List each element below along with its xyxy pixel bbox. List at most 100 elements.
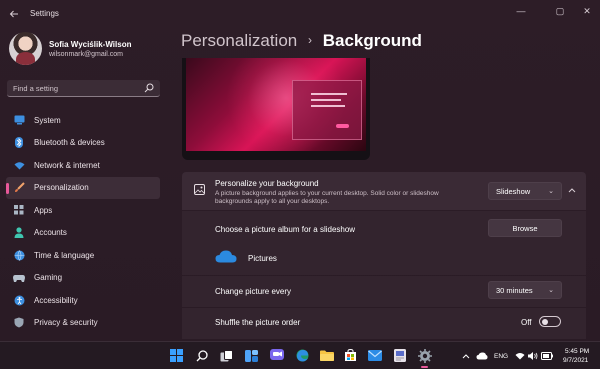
edge-button[interactable] xyxy=(294,347,311,364)
personalize-description: backgrounds apply to all your desktops. xyxy=(215,198,330,205)
edge-browser-icon xyxy=(296,349,309,362)
album-name[interactable]: Pictures xyxy=(248,254,277,263)
chat-button[interactable] xyxy=(268,347,285,364)
sidebar-nav: System Bluetooth & devices Network & int… xyxy=(6,109,160,334)
close-icon: ✕ xyxy=(583,5,591,16)
task-view-icon xyxy=(220,349,233,361)
sidebar-item-label: System xyxy=(34,115,61,125)
person-icon xyxy=(13,227,25,239)
clock-date[interactable]: 9/7/2021 xyxy=(563,357,588,364)
image-icon xyxy=(194,184,205,195)
settings-window: Settings — ▢ ✕ Sofia Wyciślik-Wilson wil… xyxy=(0,0,600,341)
back-button[interactable] xyxy=(6,6,22,22)
onedrive-cloud-icon[interactable] xyxy=(476,352,488,360)
chevron-up-icon[interactable] xyxy=(568,187,576,193)
sidebar-item-label: Accessibility xyxy=(34,295,78,305)
search-input[interactable] xyxy=(13,83,143,94)
sidebar-item-label: Time & language xyxy=(34,250,95,260)
sidebar-item-accounts[interactable]: Accounts xyxy=(6,222,160,245)
sidebar-item-apps[interactable]: Apps xyxy=(6,199,160,222)
mail-icon xyxy=(367,350,382,361)
start-button[interactable] xyxy=(168,347,185,364)
chevron-up-icon[interactable] xyxy=(462,353,470,359)
clock-time[interactable]: 5:45 PM xyxy=(565,348,589,355)
active-app-indicator xyxy=(421,366,428,368)
back-arrow-icon xyxy=(9,10,18,18)
widgets-button[interactable] xyxy=(243,347,260,364)
album-section: Choose a picture album for a slideshow B… xyxy=(182,211,586,275)
page-title: Background xyxy=(322,31,422,50)
maximize-button[interactable]: ▢ xyxy=(549,3,571,19)
close-button[interactable]: ✕ xyxy=(576,3,598,19)
sidebar-item-label: Apps xyxy=(34,205,53,215)
bluetooth-icon xyxy=(13,137,25,149)
sidebar-item-label: Network & internet xyxy=(34,160,100,170)
shuffle-label: Shuffle the picture order xyxy=(215,318,301,327)
shuffle-state: Off xyxy=(521,318,532,327)
gamepad-icon xyxy=(13,272,25,284)
search-box xyxy=(7,80,160,97)
breadcrumb-parent[interactable]: Personalization xyxy=(181,31,297,50)
settings-taskbar-button[interactable] xyxy=(416,347,433,364)
app-button[interactable] xyxy=(391,347,408,364)
chevron-down-icon: ⌄ xyxy=(548,287,554,294)
sidebar-item-gaming[interactable]: Gaming xyxy=(6,267,160,290)
globe-icon xyxy=(13,249,25,261)
minimize-icon: — xyxy=(516,6,526,16)
dropdown-value: 30 minutes xyxy=(496,285,533,295)
wifi-icon[interactable] xyxy=(515,352,525,360)
background-type-dropdown[interactable]: Slideshow ⌄ xyxy=(488,182,562,200)
album-label: Choose a picture album for a slideshow xyxy=(215,225,356,234)
shuffle-toggle[interactable] xyxy=(539,316,561,327)
sidebar-item-time-language[interactable]: Time & language xyxy=(6,244,160,267)
minimize-button[interactable]: — xyxy=(510,3,532,19)
file-explorer-button[interactable] xyxy=(318,347,335,364)
breadcrumb: Personalization › Background xyxy=(181,31,422,51)
store-button[interactable] xyxy=(342,347,359,364)
sidebar-item-label: Bluetooth & devices xyxy=(34,138,105,148)
sidebar-item-system[interactable]: System xyxy=(6,109,160,132)
preview-window xyxy=(292,80,362,140)
sidebar-item-label: Personalization xyxy=(34,183,89,193)
dropdown-value: Slideshow xyxy=(496,186,531,196)
widgets-icon xyxy=(245,349,258,362)
windows-logo-icon xyxy=(170,349,183,362)
volume-icon[interactable] xyxy=(528,352,538,360)
sidebar-item-network[interactable]: Network & internet xyxy=(6,154,160,177)
taskbar-search-button[interactable] xyxy=(193,347,210,364)
sidebar-item-bluetooth[interactable]: Bluetooth & devices xyxy=(6,132,160,155)
gear-icon xyxy=(417,348,432,363)
accessibility-icon xyxy=(13,294,25,306)
title-bar: Settings — ▢ ✕ xyxy=(0,0,600,28)
sidebar-item-label: Gaming xyxy=(34,273,63,283)
sidebar-item-personalization[interactable]: Personalization xyxy=(6,176,160,199)
store-icon xyxy=(345,349,356,361)
browse-button[interactable]: Browse xyxy=(488,219,562,237)
wifi-icon xyxy=(13,159,25,171)
change-picture-row: Change picture every 30 minutes ⌄ xyxy=(182,276,586,307)
task-view-button[interactable] xyxy=(218,347,235,364)
search-icon[interactable] xyxy=(144,83,154,93)
taskbar: ENG 5:45 PM 9/7/2021 xyxy=(0,341,600,369)
monitor-icon xyxy=(13,114,25,126)
chevron-down-icon: ⌄ xyxy=(548,188,554,195)
app-title: Settings xyxy=(30,9,59,18)
folder-icon xyxy=(319,350,334,361)
shield-icon xyxy=(13,317,25,329)
personalize-title: Personalize your background xyxy=(215,179,319,188)
breadcrumb-separator: › xyxy=(307,33,312,47)
language-indicator[interactable]: ENG xyxy=(494,353,508,360)
change-interval-dropdown[interactable]: 30 minutes ⌄ xyxy=(488,281,562,299)
battery-icon[interactable] xyxy=(541,352,553,360)
sidebar-item-accessibility[interactable]: Accessibility xyxy=(6,289,160,312)
shuffle-row: Shuffle the picture order Off xyxy=(182,308,586,339)
maximize-icon: ▢ xyxy=(555,5,565,16)
sidebar-item-privacy-security[interactable]: Privacy & security xyxy=(6,312,160,335)
user-name: Sofia Wyciślik-Wilson xyxy=(49,40,132,49)
avatar[interactable] xyxy=(9,32,42,65)
mail-button[interactable] xyxy=(366,347,383,364)
apps-icon xyxy=(13,204,25,216)
brush-icon xyxy=(13,182,25,194)
sidebar-item-label: Accounts xyxy=(34,228,67,238)
search-icon xyxy=(196,349,208,361)
